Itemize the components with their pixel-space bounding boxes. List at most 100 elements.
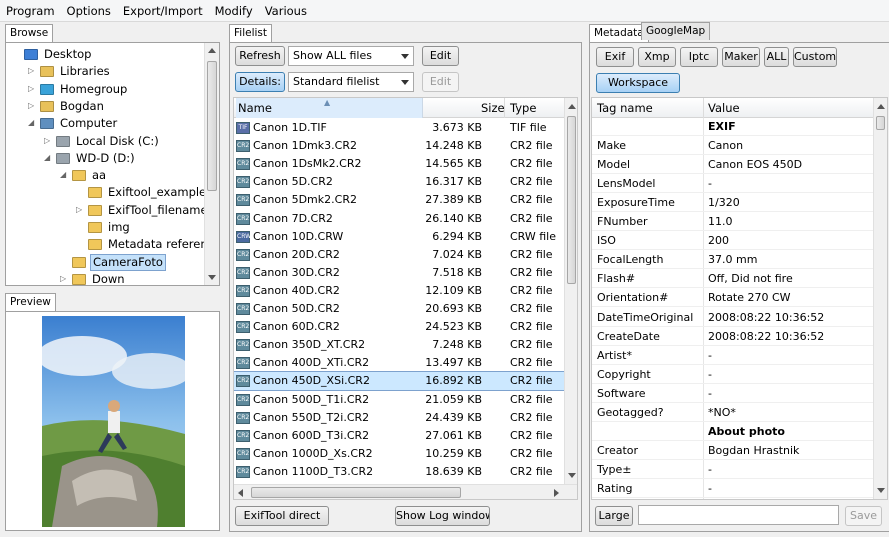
filter-exif-button[interactable]: Exif [596, 47, 634, 67]
file-name: Canon 50D.CR2 [253, 302, 340, 315]
file-row[interactable]: CR2 Canon 50D.CR2 20.693 KB CR2 file [234, 300, 564, 318]
scroll-down-icon[interactable] [568, 473, 576, 478]
column-type-header[interactable]: Type [510, 98, 536, 118]
file-row[interactable]: CR2 Canon 7D.CR2 26.140 KB CR2 file [234, 210, 564, 228]
tab-preview[interactable]: Preview [5, 293, 56, 311]
metadata-row[interactable]: Artist* - [592, 346, 873, 365]
expand-icon[interactable]: ▷ [60, 274, 68, 283]
file-row[interactable]: CR2 Canon 1100D_T3.CR2 18.639 KB CR2 file [234, 463, 564, 481]
metadata-row[interactable]: ExposureTime 1/320 [592, 193, 873, 213]
filter-xmp-button[interactable]: Xmp [638, 47, 676, 67]
tree-scrollbar[interactable] [204, 43, 219, 285]
metadata-scrollbar[interactable] [873, 98, 887, 499]
metadata-row[interactable]: Creator Bogdan Hrastnik [592, 441, 873, 460]
expand-icon[interactable]: ▷ [44, 136, 52, 145]
tab-metadata[interactable]: Metadata [589, 24, 649, 42]
metadata-row[interactable]: Flash# Off, Did not fire [592, 269, 873, 289]
file-row[interactable]: CR2 Canon 40D.CR2 12.109 KB CR2 file [234, 282, 564, 300]
menu-program[interactable]: Program [0, 0, 61, 22]
collapse-icon[interactable]: ◢ [60, 171, 68, 179]
menu-options[interactable]: Options [61, 0, 117, 22]
collapse-icon[interactable]: ◢ [28, 119, 36, 127]
file-row[interactable]: CR2 Canon 1DsMk2.CR2 14.565 KB CR2 file [234, 155, 564, 173]
exiftool-direct-button[interactable]: ExifTool direct [235, 506, 329, 526]
file-row[interactable]: CR2 Canon 500D_T1i.CR2 21.059 KB CR2 file [234, 391, 564, 409]
metadata-row[interactable]: Model Canon EOS 450D [592, 155, 873, 175]
file-row[interactable]: TIF Canon 1D.TIF 3.673 KB TIF file [234, 119, 564, 137]
workspace-button[interactable]: Workspace [596, 73, 680, 93]
menu-various[interactable]: Various [259, 0, 313, 22]
file-row[interactable]: CR2 Canon 1Dmk3.CR2 14.248 KB CR2 file [234, 137, 564, 155]
filter-maker-button[interactable]: Maker [722, 47, 760, 67]
tab-googlemap[interactable]: GoogleMap [641, 22, 711, 40]
file-row[interactable]: CR2 Canon 400D_XTi.CR2 13.497 KB CR2 file [234, 354, 564, 372]
large-button[interactable]: Large [595, 506, 633, 526]
edit-view-button[interactable]: Edit [422, 72, 459, 92]
scroll-up-icon[interactable] [568, 104, 576, 109]
metadata-section-row[interactable]: About photo [592, 422, 873, 441]
file-row[interactable]: CR2 Canon 1000D_Xs.CR2 10.259 KB CR2 file [234, 445, 564, 463]
menu-export-import[interactable]: Export/Import [117, 0, 209, 22]
tab-browse[interactable]: Browse [5, 24, 54, 42]
hscroll-thumb[interactable] [251, 487, 461, 498]
metadata-row[interactable]: LensModel - [592, 174, 873, 194]
file-row[interactable]: CR2 Canon 5Dmk2.CR2 27.389 KB CR2 file [234, 191, 564, 209]
filter-custom-button[interactable]: Custom [793, 47, 837, 67]
metadata-row[interactable]: Orientation# Rotate 270 CW [592, 288, 873, 308]
expand-icon[interactable]: ▷ [28, 101, 36, 110]
file-row[interactable]: CR2 Canon 30D.CR2 7.518 KB CR2 file [234, 264, 564, 282]
scroll-thumb[interactable] [567, 116, 576, 284]
scroll-down-icon[interactable] [877, 488, 885, 493]
show-log-button[interactable]: Show Log window [395, 506, 490, 526]
scroll-up-icon[interactable] [208, 48, 216, 53]
file-row[interactable]: CR2 Canon 5D.CR2 16.317 KB CR2 file [234, 173, 564, 191]
metadata-row[interactable]: Type± - [592, 460, 873, 479]
scroll-thumb[interactable] [876, 116, 885, 130]
scroll-thumb[interactable] [207, 61, 217, 191]
column-value-header[interactable]: Value [708, 98, 740, 118]
scroll-up-icon[interactable] [877, 104, 885, 109]
metadata-row[interactable]: DateTimeOriginal 2008:08:22 10:36:52 [592, 308, 873, 327]
scroll-left-icon[interactable] [238, 489, 243, 497]
filelist-vscrollbar[interactable] [564, 98, 577, 484]
save-button[interactable]: Save [845, 506, 882, 526]
metadata-row[interactable]: Copyright - [592, 365, 873, 384]
metadata-row[interactable]: FocalLength 37.0 mm [592, 250, 873, 270]
preview-image [42, 316, 185, 527]
column-size-header[interactable]: Size [481, 98, 505, 118]
file-row[interactable]: CR2 Canon 60D.CR2 24.523 KB CR2 file [234, 318, 564, 336]
metadata-row[interactable]: FNumber 11.0 [592, 212, 873, 232]
file-row[interactable]: CR2 Canon 20D.CR2 7.024 KB CR2 file [234, 246, 564, 264]
scroll-right-icon[interactable] [554, 489, 559, 497]
metadata-row[interactable]: Rating - [592, 479, 873, 498]
file-row[interactable]: CR2 Canon 450D_XSi.CR2 16.892 KB CR2 file [234, 371, 565, 392]
file-row[interactable]: CR2 Canon 550D_T2i.CR2 24.439 KB CR2 file [234, 409, 564, 427]
file-row[interactable]: CRW Canon 10D.CRW 6.294 KB CRW file [234, 228, 564, 246]
scroll-down-icon[interactable] [208, 275, 216, 280]
refresh-button[interactable]: Refresh [235, 46, 285, 66]
expand-icon[interactable]: ▷ [28, 67, 36, 75]
metadata-section-row[interactable]: EXIF [592, 117, 873, 136]
metadata-row[interactable]: CreateDate 2008:08:22 10:36:52 [592, 327, 873, 346]
filelist-hscrollbar[interactable] [234, 484, 577, 499]
metadata-row[interactable]: Software - [592, 384, 873, 403]
edit-filter-button[interactable]: Edit [422, 46, 459, 66]
column-tag-header[interactable]: Tag name [597, 98, 653, 118]
details-button[interactable]: Details: [235, 72, 285, 92]
metadata-row[interactable]: Geotagged? *NO* [592, 403, 873, 422]
file-row[interactable]: CR2 Canon 350D_XT.CR2 7.248 KB CR2 file [234, 336, 564, 354]
filter-all-button[interactable]: ALL [764, 47, 789, 67]
tab-filelist[interactable]: Filelist [229, 24, 272, 42]
filelist-view-select[interactable]: Standard filelist [288, 72, 414, 92]
filter-iptc-button[interactable]: Iptc [680, 47, 718, 67]
expand-icon[interactable]: ▷ [76, 205, 84, 214]
file-size: 14.248 KB [425, 139, 482, 153]
file-filter-select[interactable]: Show ALL files [288, 46, 414, 66]
collapse-icon[interactable]: ◢ [44, 153, 52, 162]
metadata-row[interactable]: Make Canon [592, 136, 873, 156]
expand-icon[interactable]: ▷ [28, 84, 36, 93]
menu-modify[interactable]: Modify [209, 0, 259, 22]
file-row[interactable]: CR2 Canon 600D_T3i.CR2 27.061 KB CR2 file [234, 427, 564, 445]
metadata-row[interactable]: ISO 200 [592, 231, 873, 251]
metadata-value-input[interactable] [638, 505, 839, 525]
